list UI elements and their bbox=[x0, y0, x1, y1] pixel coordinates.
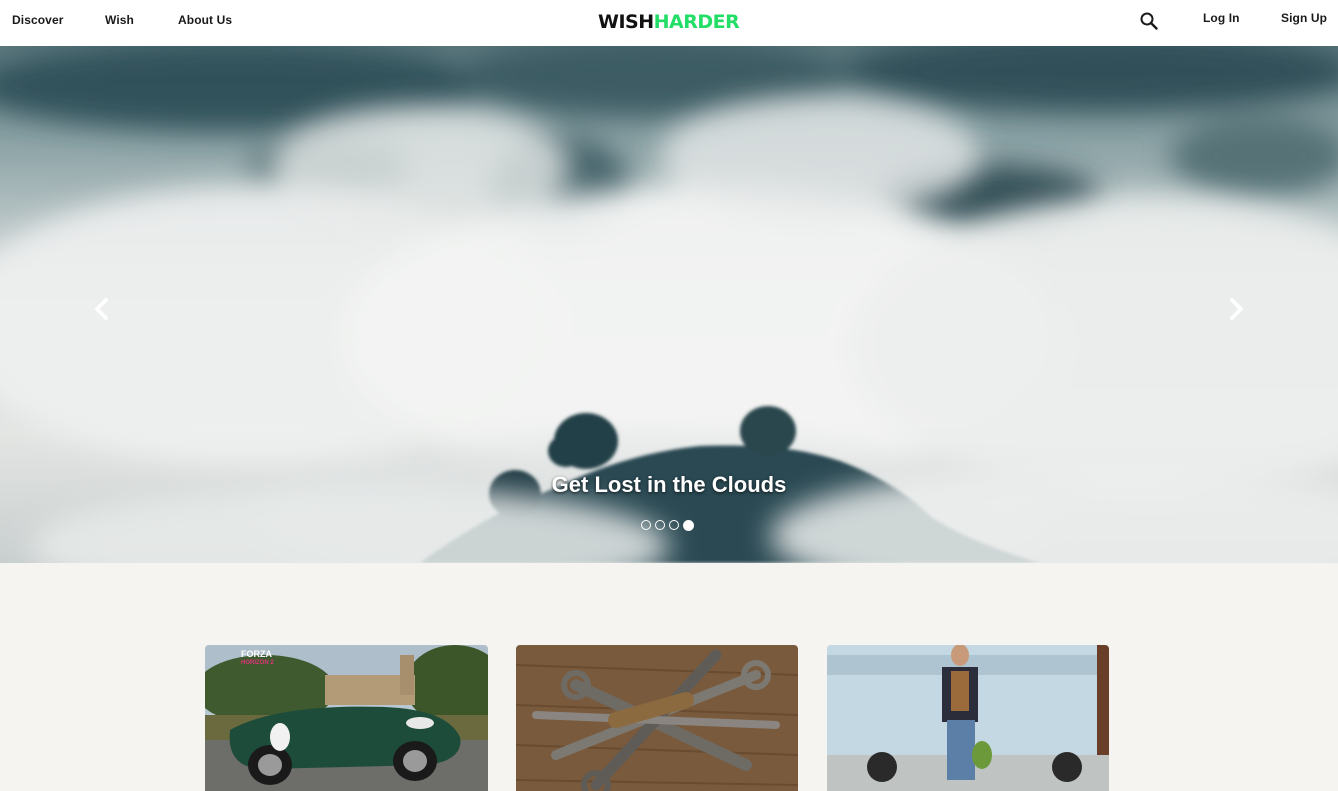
signup-link[interactable]: Sign Up bbox=[1281, 11, 1327, 25]
search-icon[interactable] bbox=[1139, 11, 1159, 31]
fashion-image bbox=[827, 645, 1109, 791]
top-navbar: Discover Wish About Us WISHHARDER Log In… bbox=[0, 0, 1338, 46]
carousel-next-arrow-icon[interactable] bbox=[1221, 294, 1251, 324]
wish-cards-row: FORZA HORIZON 2 bbox=[0, 645, 1338, 791]
logo-part-wish: WISH bbox=[598, 11, 654, 33]
login-link[interactable]: Log In bbox=[1203, 11, 1240, 25]
hero-caption: Get Lost in the Clouds bbox=[551, 472, 787, 497]
wishharder-logo[interactable]: WISHHARDER bbox=[598, 10, 740, 34]
carousel-dot-3[interactable] bbox=[669, 520, 679, 530]
forza-logo-text: FORZA bbox=[241, 649, 272, 659]
horizon-logo-text: HORIZON 2 bbox=[241, 660, 274, 666]
car-image: FORZA HORIZON 2 bbox=[205, 645, 488, 791]
wish-card-tools[interactable] bbox=[516, 645, 798, 791]
tools-image bbox=[516, 645, 798, 791]
wish-card-fashion[interactable] bbox=[827, 645, 1109, 791]
wish-card-car[interactable]: FORZA HORIZON 2 bbox=[205, 645, 488, 791]
logo-part-harder: HARDER bbox=[653, 11, 740, 33]
nav-about-link[interactable]: About Us bbox=[178, 13, 232, 27]
carousel-dot-1[interactable] bbox=[641, 520, 651, 530]
carousel-indicators bbox=[641, 519, 694, 532]
nav-discover-link[interactable]: Discover bbox=[12, 13, 64, 27]
carousel-dot-2[interactable] bbox=[655, 520, 665, 530]
hero-carousel: Get Lost in the Clouds bbox=[0, 46, 1338, 563]
nav-wish-link[interactable]: Wish bbox=[105, 13, 134, 27]
carousel-prev-arrow-icon[interactable] bbox=[87, 294, 117, 324]
carousel-dot-4[interactable] bbox=[683, 519, 694, 531]
